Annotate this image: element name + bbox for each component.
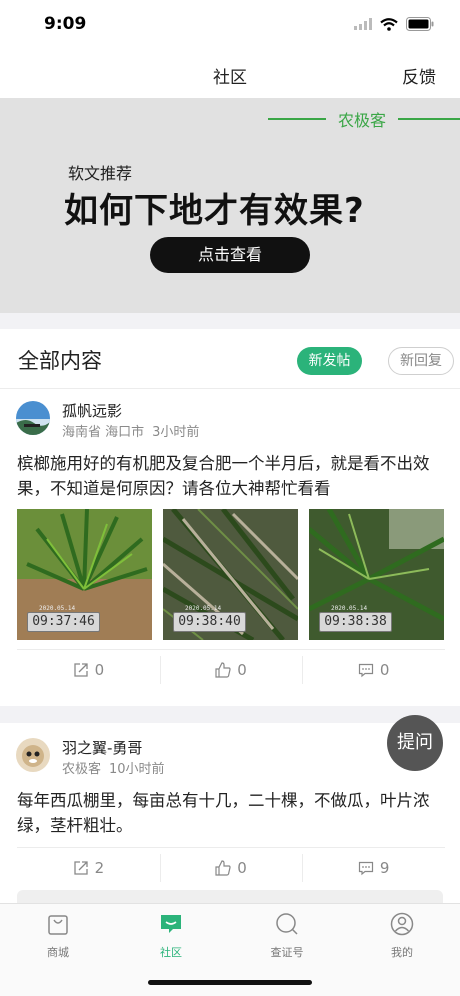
status-icons (354, 17, 434, 31)
tab-me[interactable]: 我的 (362, 912, 442, 960)
photo-date: 2020.05.14 (39, 605, 76, 612)
section-divider (0, 313, 460, 329)
post-photos: 2020.05.14 09:37:46 2020.05.14 09:38:40 (17, 509, 444, 640)
promo-banner[interactable]: 农极客 软文推荐 如何下地才有效果? 点击查看 (0, 98, 460, 313)
post-meta: 农极客 10小时前 (62, 758, 165, 777)
like-button[interactable]: 0 (159, 650, 303, 689)
like-button[interactable]: 0 (159, 848, 303, 887)
home-indicator (148, 980, 312, 985)
comment-icon (358, 663, 374, 677)
post-location: 海南省 海口市 (62, 425, 145, 440)
new-reply-filter[interactable]: 新回复 (388, 347, 454, 375)
post-username[interactable]: 羽之翼-勇哥 (62, 737, 142, 758)
avatar[interactable] (16, 738, 50, 772)
share-icon (73, 662, 88, 677)
post-time: 3小时前 (152, 425, 200, 440)
comment-count: 0 (379, 660, 390, 679)
tab-label: 我的 (391, 946, 413, 959)
page-title: 社区 (213, 68, 247, 88)
tab-community[interactable]: 社区 (131, 912, 211, 960)
photo-date: 2020.05.14 (185, 605, 222, 612)
banner-subtitle: 软文推荐 (68, 164, 133, 183)
comment-button[interactable]: 0 (302, 650, 445, 689)
comment-button[interactable]: 9 (302, 848, 445, 887)
post-card[interactable]: 孤帆远影 海南省 海口市 3小时前 槟榔施用好的有机肥及复合肥一个半月后，就是看不… (0, 390, 460, 706)
banner-brand: 农极客 (267, 107, 460, 131)
brand-name: 农极客 (337, 111, 386, 130)
photo-timestamp: 09:38:40 (173, 612, 246, 632)
tab-label: 商城 (47, 946, 69, 959)
status-time: 9:09 (44, 14, 87, 34)
comment-count: 9 (379, 858, 390, 877)
wifi-icon (380, 17, 398, 31)
comment-icon (358, 861, 374, 875)
share-count: 0 (94, 660, 105, 679)
ask-question-button[interactable]: 提问 (387, 715, 443, 771)
chat-icon (161, 915, 181, 933)
post-text[interactable]: 槟榔施用好的有机肥及复合肥一个半月后，就是看不出效果，不知道是何原因？请各位大神… (17, 451, 445, 501)
like-count: 0 (237, 858, 247, 877)
brand-line-right (398, 118, 460, 120)
share-button[interactable]: 0 (17, 650, 160, 689)
new-post-filter[interactable]: 新发帖 (297, 347, 362, 375)
post-divider (0, 706, 460, 723)
tab-verify[interactable]: 查证号 (247, 912, 327, 960)
avatar[interactable] (16, 401, 50, 435)
share-count: 2 (94, 858, 105, 877)
post-actions: 2 0 9 (17, 847, 445, 887)
post-photo[interactable]: 2020.05.14 09:38:40 (163, 509, 298, 640)
like-count: 0 (237, 660, 247, 679)
post-username[interactable]: 孤帆远影 (62, 400, 122, 421)
post-actions: 0 0 0 (17, 649, 445, 689)
post-photo[interactable]: 2020.05.14 09:37:46 (17, 509, 152, 640)
post-photo[interactable]: 2020.05.14 09:38:38 (309, 509, 444, 640)
user-icon (390, 912, 414, 936)
tab-mall[interactable]: 商城 (18, 912, 98, 960)
post-time: 10小时前 (109, 762, 165, 777)
thumbs-up-icon (215, 661, 231, 678)
brand-line-left (267, 118, 326, 120)
share-icon (73, 860, 88, 875)
photo-timestamp: 09:37:46 (27, 612, 100, 632)
search-icon (276, 913, 298, 935)
signal-icon (354, 18, 372, 30)
section-header: 全部内容 新发帖 新回复 (0, 329, 460, 389)
post-location: 农极客 (62, 762, 102, 777)
photo-date: 2020.05.14 (331, 605, 368, 612)
post-text[interactable]: 每年西瓜棚里，每亩总有十几，二十棵，不做瓜，叶片浓绿，茎杆粗壮。 (17, 788, 445, 838)
banner-title: 如何下地才有效果? (64, 191, 365, 231)
post-meta: 海南省 海口市 3小时前 (62, 421, 199, 440)
battery-icon (406, 17, 434, 31)
feedback-button[interactable]: 反馈 (402, 63, 436, 88)
section-title: 全部内容 (18, 349, 102, 373)
thumbs-up-icon (215, 859, 231, 876)
status-bar: 9:09 (0, 0, 460, 50)
bag-icon (48, 915, 68, 935)
photo-timestamp: 09:38:38 (319, 612, 392, 632)
share-button[interactable]: 2 (17, 848, 160, 887)
nav-bar: 社区 反馈 (0, 50, 460, 98)
banner-view-button[interactable]: 点击查看 (150, 237, 310, 273)
tab-label: 社区 (160, 946, 182, 959)
tab-label: 查证号 (270, 946, 304, 959)
